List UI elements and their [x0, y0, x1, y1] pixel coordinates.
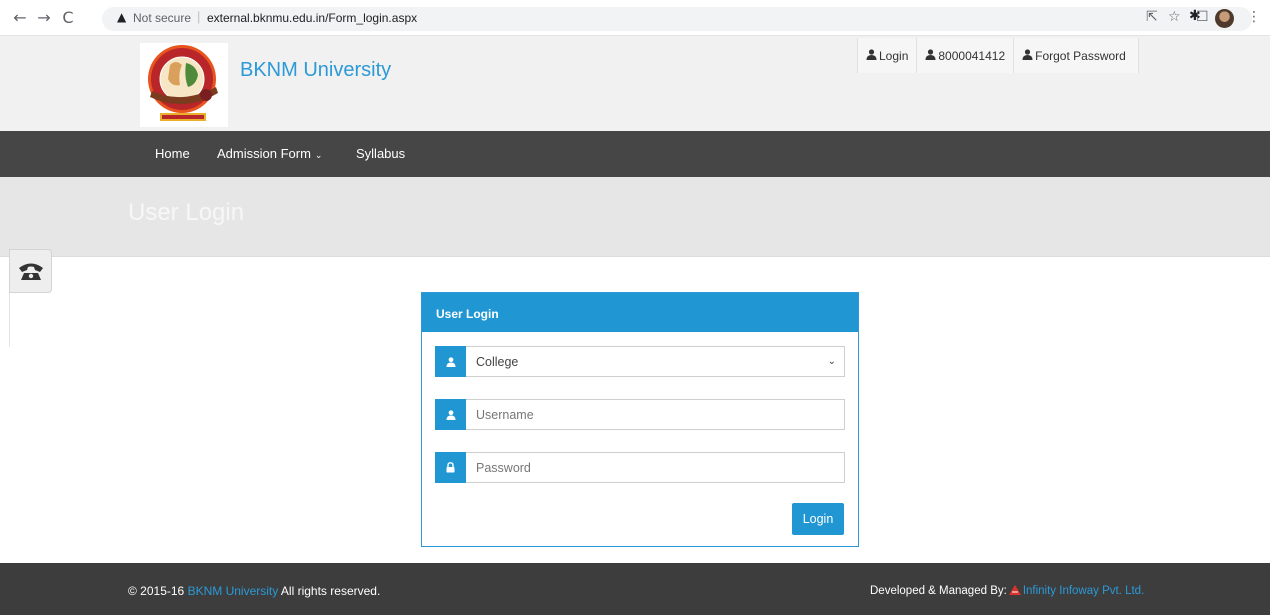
top-link-phone[interactable]: 8000041412 — [916, 38, 1014, 73]
user-icon — [866, 48, 877, 63]
username-group — [435, 399, 845, 430]
back-icon[interactable]: ← — [10, 8, 30, 28]
top-links: Login 8000041412 Forgot Password — [857, 38, 1139, 73]
nav-item-home[interactable]: Home — [155, 146, 190, 161]
chevron-down-icon: ⌄ — [827, 356, 836, 367]
user-icon — [925, 48, 936, 63]
login-card-title: User Login — [422, 293, 858, 332]
nav-item-admission-form-label: Admission Form — [217, 146, 311, 161]
nav-item-syllabus[interactable]: Syllabus — [356, 146, 405, 161]
footer-university-link[interactable]: BKNM University — [188, 584, 279, 598]
chevron-down-icon: ⌄ — [314, 151, 323, 161]
brand-name[interactable]: BKNM University — [240, 59, 391, 82]
security-label[interactable]: Not secure — [133, 11, 191, 25]
college-select-value: College — [476, 354, 519, 369]
footer-copyright: © 2015-16 BKNM University All rights res… — [128, 584, 380, 598]
username-input[interactable] — [466, 399, 845, 430]
phone-icon — [18, 263, 43, 280]
college-select-group: College ⌄ — [435, 346, 845, 377]
menu-icon[interactable]: ⋮ — [1247, 9, 1261, 25]
page-title: User Login — [128, 199, 245, 226]
lock-icon — [435, 452, 466, 483]
top-link-login[interactable]: Login — [857, 38, 917, 73]
top-link-login-label: Login — [879, 48, 909, 63]
password-group — [435, 452, 845, 483]
top-link-phone-label: 8000041412 — [938, 48, 1006, 63]
password-input[interactable] — [466, 452, 845, 483]
footer-developer-link[interactable]: Infinity Infoway Pvt. Ltd. — [1023, 585, 1144, 597]
top-link-forgot-password-label: Forgot Password — [1035, 48, 1126, 63]
sidepanel-icon[interactable]: ☐ — [1196, 9, 1209, 25]
warning-icon[interactable]: ▲ — [117, 10, 126, 24]
copyright-suffix: All rights reserved. — [280, 584, 381, 598]
phone-widget[interactable] — [9, 249, 52, 293]
browser-toolbar: ← → C ▲ Not secure | external.bknmu.edu.… — [0, 0, 1270, 36]
share-icon[interactable]: ⇱ — [1146, 9, 1158, 25]
forward-icon[interactable]: → — [34, 8, 54, 28]
university-logo[interactable] — [140, 43, 228, 127]
footer-developer: Developed & Managed By: Infinity Infoway … — [870, 584, 1144, 597]
developed-by-label: Developed & Managed By: — [870, 585, 1007, 597]
login-button[interactable]: Login — [792, 503, 844, 535]
main-nav: Home Admission Form ⌄ Syllabus — [0, 131, 1270, 177]
nav-item-admission-form[interactable]: Admission Form ⌄ — [217, 146, 322, 161]
login-card: User Login College ⌄ Login — [421, 292, 859, 547]
infinity-logo-icon — [1008, 585, 1021, 595]
user-icon — [435, 399, 466, 430]
reload-icon[interactable]: C — [58, 8, 78, 28]
top-link-forgot-password[interactable]: Forgot Password — [1013, 38, 1139, 73]
user-icon — [435, 346, 466, 377]
profile-avatar[interactable] — [1215, 9, 1234, 28]
user-icon — [1022, 48, 1033, 63]
url-text[interactable]: external.bknmu.edu.in/Form_login.aspx — [207, 11, 417, 25]
copyright-prefix: © 2015-16 — [128, 584, 185, 598]
url-separator: | — [197, 9, 201, 24]
college-select[interactable]: College ⌄ — [466, 346, 845, 377]
star-icon[interactable]: ☆ — [1168, 9, 1181, 25]
